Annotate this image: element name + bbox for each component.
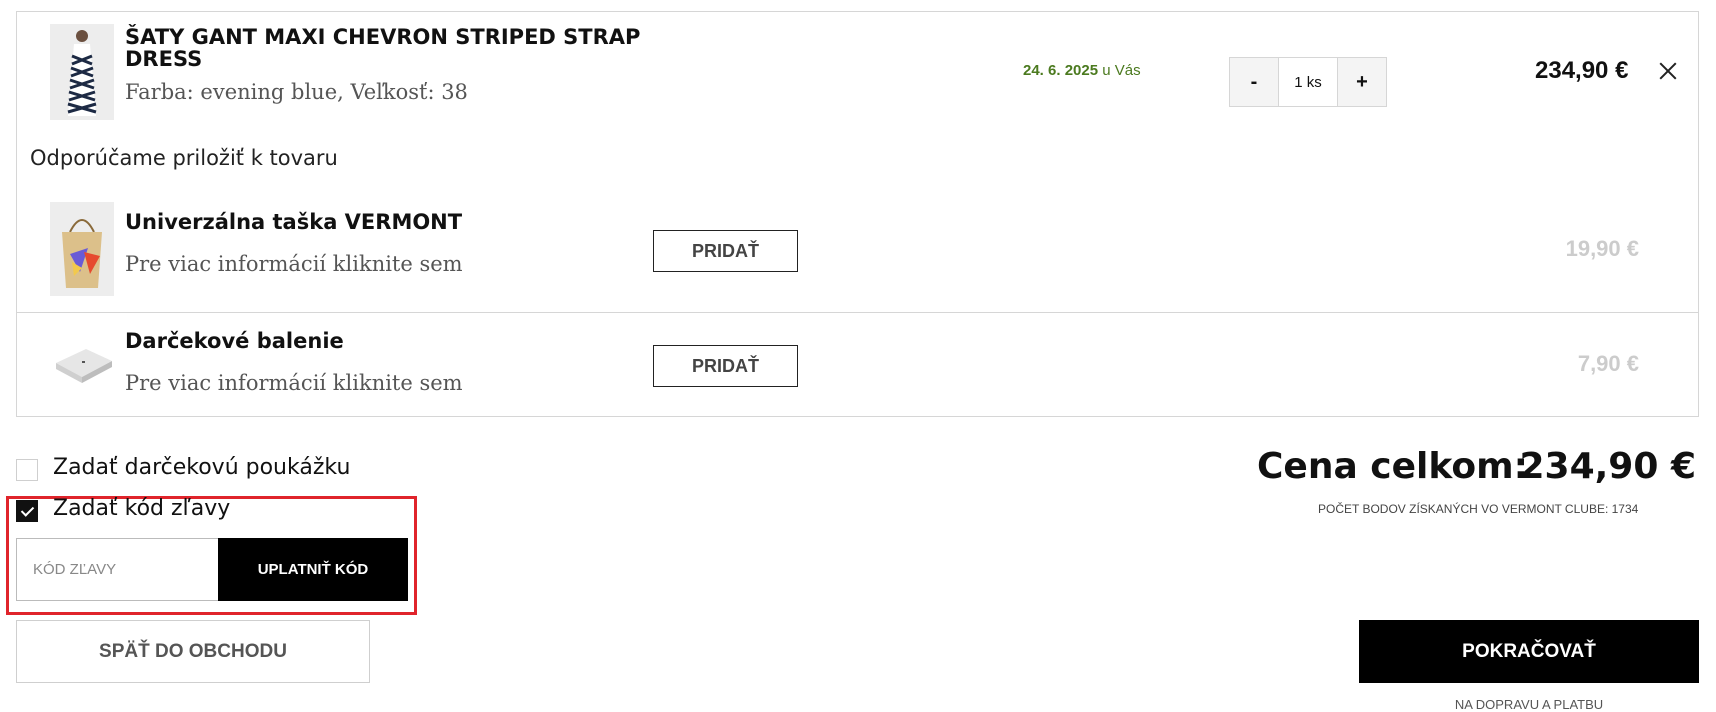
discount-code-input[interactable] <box>16 538 218 601</box>
loyalty-points-text: POČET BODOV ZÍSKANÝCH VO VERMONT CLUBE: … <box>1318 502 1639 516</box>
delivery-suffix: u Vás <box>1102 62 1141 79</box>
continue-subtext: NA DOPRAVU A PLATBU <box>1454 697 1604 712</box>
delivery-estimate: 24. 6. 2025 u Vás <box>1023 62 1141 79</box>
gift-voucher-checkbox[interactable] <box>16 459 38 481</box>
back-to-shop-button[interactable]: SPÄŤ DO OBCHODU <box>16 620 370 683</box>
recommend-item-subtitle[interactable]: Pre viac informácií kliknite sem <box>125 371 463 395</box>
recommend-item-price: 19,90 € <box>1565 236 1639 261</box>
discount-label[interactable]: Zadať kód zľavy <box>53 496 230 521</box>
gift-voucher-label[interactable]: Zadať darčekovú poukážku <box>53 455 350 480</box>
total-value: 234,90 € <box>1519 446 1696 487</box>
quantity-value: 1 ks <box>1278 58 1338 106</box>
product-attributes: Farba: evening blue, Veľkosť: 38 <box>125 80 468 104</box>
cart-box: ŠATY GANT MAXI CHEVRON STRIPED STRAP DRE… <box>16 11 1699 417</box>
recommend-heading: Odporúčame priložiť k tovaru <box>30 146 338 170</box>
add-bag-button[interactable]: PRIDAŤ <box>653 230 798 272</box>
item-price: 234,90 € <box>1535 57 1629 84</box>
quantity-stepper: - 1 ks + <box>1229 57 1387 107</box>
total-label: Cena celkom: <box>1257 446 1529 487</box>
recommend-item-title[interactable]: Darčekové balenie <box>125 330 344 352</box>
recommend-item-subtitle[interactable]: Pre viac informácií kliknite sem <box>125 252 463 276</box>
product-title[interactable]: ŠATY GANT MAXI CHEVRON STRIPED STRAP DRE… <box>125 26 645 70</box>
product-thumbnail[interactable] <box>50 24 114 120</box>
discount-checkbox[interactable] <box>16 500 38 522</box>
continue-button[interactable]: POKRAČOVAŤ <box>1359 620 1699 683</box>
recommend-item-price: 7,90 € <box>1577 351 1639 376</box>
bag-thumbnail[interactable] <box>50 202 114 296</box>
remove-item-icon[interactable] <box>1657 60 1679 82</box>
gift-box-thumbnail[interactable] <box>50 327 114 407</box>
apply-code-button[interactable]: UPLATNIŤ KÓD <box>218 538 408 601</box>
quantity-increase-button[interactable]: + <box>1338 58 1386 106</box>
recommend-item-title[interactable]: Univerzálna taška VERMONT <box>125 211 462 233</box>
add-gift-wrap-button[interactable]: PRIDAŤ <box>653 345 798 387</box>
quantity-decrease-button[interactable]: - <box>1230 58 1278 106</box>
row-divider <box>17 312 1698 313</box>
delivery-date: 24. 6. 2025 <box>1023 62 1099 79</box>
